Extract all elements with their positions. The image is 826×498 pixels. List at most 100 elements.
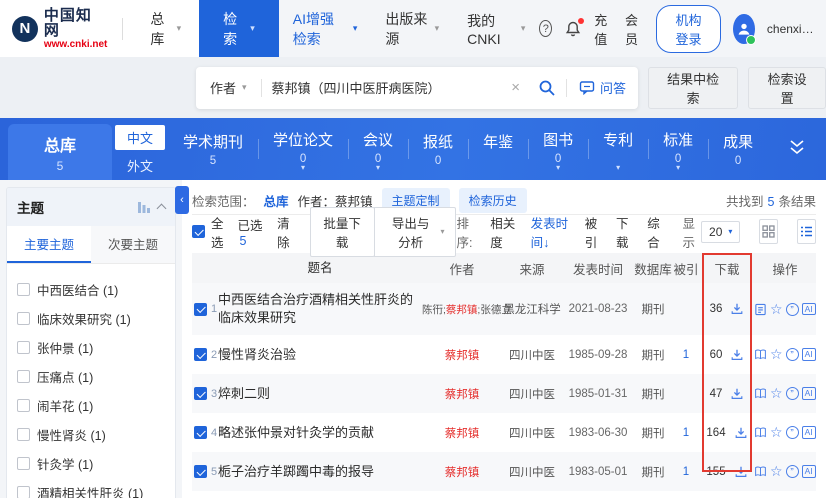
html-read-icon[interactable] bbox=[754, 303, 767, 316]
grid-view-button[interactable] bbox=[759, 219, 778, 244]
help-icon[interactable]: ? bbox=[539, 20, 552, 37]
favorite-star-icon[interactable]: ☆ bbox=[770, 348, 783, 361]
col-source[interactable]: 来源 bbox=[502, 259, 562, 278]
select-all-label[interactable]: 全选 bbox=[211, 213, 232, 251]
checkbox-unchecked[interactable] bbox=[17, 399, 30, 412]
book-icon[interactable] bbox=[754, 348, 767, 361]
author-hit[interactable]: 蔡邦镇 bbox=[445, 389, 480, 401]
result-source[interactable]: 四川中医 bbox=[502, 386, 562, 402]
nav-tab-yearbook[interactable]: 年鉴 bbox=[468, 118, 528, 180]
tab-search[interactable]: 检索 ▾ bbox=[199, 0, 279, 57]
col-download[interactable]: 下载 bbox=[700, 259, 754, 278]
tab-secondary-topic[interactable]: 次要主题 bbox=[91, 226, 175, 263]
ai-icon[interactable]: AI bbox=[802, 465, 816, 478]
row-checkbox-checked[interactable] bbox=[194, 426, 207, 439]
result-source[interactable]: 四川中医 bbox=[502, 425, 562, 441]
download-icon[interactable] bbox=[730, 348, 744, 362]
checkbox-unchecked[interactable] bbox=[17, 341, 30, 354]
book-icon[interactable] bbox=[754, 426, 767, 439]
result-cited[interactable]: 1 bbox=[672, 349, 700, 361]
download-icon[interactable] bbox=[734, 426, 748, 440]
col-title[interactable]: 题名 bbox=[218, 260, 422, 277]
sort-cited[interactable]: 被引 bbox=[585, 213, 603, 251]
nav-tab-book[interactable]: 图书 0 ▾ bbox=[528, 118, 588, 180]
search-input[interactable] bbox=[262, 80, 504, 95]
nav-expand-chevrons-icon[interactable] bbox=[786, 136, 808, 158]
topic-filter-item[interactable]: 临床效果研究 (1) bbox=[17, 309, 165, 328]
col-db[interactable]: 数据库 bbox=[634, 259, 672, 278]
ai-icon[interactable]: AI bbox=[802, 348, 816, 361]
checkbox-unchecked[interactable] bbox=[17, 283, 30, 296]
topic-filter-item[interactable]: 慢性肾炎 (1) bbox=[17, 425, 165, 444]
notification-bell-icon[interactable] bbox=[564, 20, 582, 38]
row-checkbox-checked[interactable] bbox=[194, 348, 207, 361]
quote-icon[interactable]: ” bbox=[786, 387, 799, 400]
topic-filter-item[interactable]: 压痛点 (1) bbox=[17, 367, 165, 386]
topic-filter-item[interactable]: 酒精相关性肝炎 (1) bbox=[17, 483, 165, 498]
result-source[interactable]: 四川中医 bbox=[502, 347, 562, 363]
db-switch-dropdown[interactable]: 总库 ▾ bbox=[136, 0, 195, 57]
result-title-link[interactable]: 栀子治疗羊踯躅中毒的报导 bbox=[218, 463, 422, 481]
checkbox-unchecked[interactable] bbox=[17, 428, 30, 441]
search-button[interactable] bbox=[528, 79, 566, 97]
result-source[interactable]: 黑龙江科学 bbox=[502, 301, 562, 317]
tab-main-topic[interactable]: 主要主题 bbox=[7, 226, 91, 263]
clear-search-icon[interactable]: × bbox=[503, 79, 528, 96]
result-title-link[interactable]: 略述张仲景对针灸学的贡献 bbox=[218, 424, 422, 442]
export-analyze-button[interactable]: 导出与分析 ▾ bbox=[374, 207, 457, 257]
result-authors[interactable]: 蔡邦镇 bbox=[422, 347, 502, 363]
result-authors[interactable]: 陈衎;蔡邦镇;张德立 bbox=[422, 302, 502, 317]
favorite-star-icon[interactable]: ☆ bbox=[770, 426, 783, 439]
nav-tab-journal[interactable]: 学术期刊 5 bbox=[168, 118, 258, 180]
tab-my-cnki[interactable]: 我的CNKI ▾ bbox=[453, 0, 539, 57]
checkbox-unchecked[interactable] bbox=[17, 370, 30, 383]
search-field-dropdown[interactable]: 作者 ▾ bbox=[196, 78, 261, 97]
quote-icon[interactable]: ” bbox=[786, 303, 799, 316]
search-settings-button[interactable]: 检索设置 bbox=[748, 67, 826, 109]
result-title-link[interactable]: 焠刺二则 bbox=[218, 385, 422, 403]
search-history-button[interactable]: 检索历史 bbox=[459, 188, 527, 213]
result-authors[interactable]: 蔡邦镇 bbox=[422, 464, 502, 480]
sidebar-collapse-handle[interactable]: ‹ bbox=[175, 186, 189, 214]
author-hit[interactable]: 蔡邦镇 bbox=[445, 428, 480, 440]
ai-icon[interactable]: AI bbox=[802, 426, 816, 439]
col-author[interactable]: 作者 bbox=[422, 259, 502, 278]
favorite-star-icon[interactable]: ☆ bbox=[770, 465, 783, 478]
lang-tab-chinese[interactable]: 中文 bbox=[115, 125, 165, 150]
nav-tab-newspaper[interactable]: 报纸 0 bbox=[408, 118, 468, 180]
sort-publish-date[interactable]: 发表时间↓ bbox=[531, 213, 572, 251]
download-icon[interactable] bbox=[730, 387, 744, 401]
tab-pub-source[interactable]: 出版来源 ▾ bbox=[371, 0, 453, 57]
topic-filter-item[interactable]: 中西医结合 (1) bbox=[17, 280, 165, 299]
nav-tab-patent[interactable]: 专利 ▾ bbox=[588, 118, 648, 180]
tab-ai-search[interactable]: AI增强检索 ▾ bbox=[279, 0, 372, 57]
sort-relevance[interactable]: 相关度 bbox=[490, 213, 517, 251]
row-checkbox-checked[interactable] bbox=[194, 465, 207, 478]
quote-icon[interactable]: ” bbox=[786, 465, 799, 478]
download-icon[interactable] bbox=[730, 302, 744, 316]
scope-value[interactable]: 总库 bbox=[264, 191, 289, 210]
nav-tab-total-db[interactable]: 总库 5 bbox=[8, 124, 112, 180]
row-checkbox-checked[interactable] bbox=[194, 387, 207, 400]
ai-icon[interactable]: AI bbox=[802, 387, 816, 400]
nav-tab-achievement[interactable]: 成果 0 bbox=[708, 118, 768, 180]
author-hit[interactable]: 蔡邦镇 bbox=[445, 467, 480, 479]
result-cited[interactable]: 1 bbox=[672, 427, 700, 439]
collapse-panel-icon[interactable] bbox=[157, 204, 167, 214]
row-checkbox-checked[interactable] bbox=[194, 303, 207, 316]
cnki-logo[interactable]: N 中国知网 www.cnki.net bbox=[0, 8, 108, 50]
page-size-dropdown[interactable]: 20 ▾ bbox=[701, 221, 740, 243]
author-hit[interactable]: 蔡邦镇 bbox=[446, 304, 478, 316]
nav-tab-thesis[interactable]: 学位论文 0 ▾ bbox=[258, 118, 348, 180]
quote-icon[interactable]: ” bbox=[786, 426, 799, 439]
checkbox-unchecked[interactable] bbox=[17, 312, 30, 325]
book-icon[interactable] bbox=[754, 465, 767, 478]
user-avatar[interactable] bbox=[733, 14, 755, 44]
sort-download[interactable]: 下载 bbox=[616, 213, 634, 251]
favorite-star-icon[interactable]: ☆ bbox=[770, 303, 783, 316]
recharge-link[interactable]: 充值 bbox=[594, 10, 613, 48]
result-title-link[interactable]: 慢性肾炎治验 bbox=[218, 346, 422, 364]
book-icon[interactable] bbox=[754, 387, 767, 400]
result-cited[interactable]: 1 bbox=[672, 466, 700, 478]
author-hit[interactable]: 蔡邦镇 bbox=[445, 350, 480, 362]
